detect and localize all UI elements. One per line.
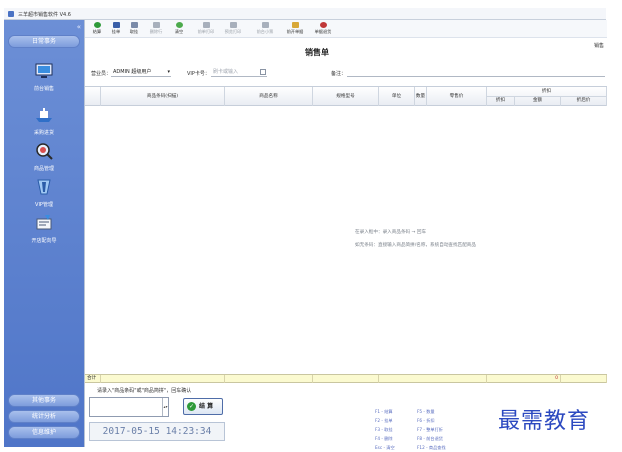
total-amount: 0 [487,375,561,383]
shortcut-list: F1 - 结算 F2 - 挂单 F3 - 取挂 F4 - 删除 Esc - 清空… [375,409,485,452]
preview-print-button[interactable]: 预览打印 [221,22,245,37]
ticket-icon [261,22,269,28]
column-group-header: 折扣 [487,87,607,96]
sidebar-button-daily[interactable]: 日常事务 [8,35,80,48]
sidebar-button-info[interactable]: 信息维护 [8,426,80,439]
save-icon [112,22,120,28]
shortcut-item: F2 - 挂单 [375,418,393,423]
ship-icon [36,108,52,122]
vip-card-input[interactable]: 刷卡或输入 [211,68,267,77]
total-label: 合计 [85,375,101,383]
sidebar-item-label: 前台销售 [33,86,54,92]
column-header[interactable]: 折后价 [561,96,607,106]
sidebar-item-label: 开店配向导 [31,238,57,244]
wizard-icon [36,215,52,230]
open-document-button[interactable]: 前开单据 [283,22,307,37]
empty-grid-tip: 如无条码：直接输入商品简拼/名称，系统自动查找匹配商品 [355,243,476,248]
spin-arrows-icon[interactable]: ▴▾ [162,398,168,416]
return-document-button[interactable]: 单据退货 [311,22,335,37]
row-indicator-header [85,87,101,106]
column-header[interactable]: 数量 [415,87,427,106]
datetime-display: 2017-05-15 14:23:34 [89,422,225,441]
top-right-label: 销售 [593,43,604,49]
collapse-icon[interactable]: « [77,23,81,31]
input-hint: 请录入"商品条码"或"商品简拼"，回车确认 [97,388,192,394]
sidebar-item-vip[interactable]: VIP管理 [10,178,78,212]
vip-card-icon [37,179,51,195]
sidebar-item-label: 商品管理 [33,166,54,172]
shortcut-item: F5 - 数量 [417,409,435,414]
watermark: 最需教育 [498,409,591,434]
column-header[interactable]: 零售价 [427,87,487,106]
column-header[interactable]: 规格型号 [313,87,379,106]
barcode-input[interactable]: ▴▾ [89,397,169,417]
print-icon [202,22,210,28]
toolbar: 结算 挂单 取挂 删除行 清空 前单打印 预览打印 前台小票 前开单据 单据退货 [85,20,607,38]
vip-label: VIP卡号： [187,71,210,77]
shortcut-item: F4 - 删除 [375,436,393,441]
cashier-label: 营业员： [91,71,112,77]
window-title: 三羊超市销售软件 V4.6 [18,12,71,18]
shortcut-item: F12 - 商品查找 [417,445,446,450]
card-reader-icon [260,69,266,75]
shortcut-item: F3 - 取挂 [375,427,393,432]
preview-icon [229,22,237,28]
column-header[interactable]: 金额 [515,96,561,106]
checkout-button[interactable]: ✓ 结 算 [183,398,223,415]
sidebar-item-sales[interactable]: 前台销售 [10,62,78,96]
shortcut-item: F7 - 整单打折 [417,427,443,432]
column-header[interactable]: 商品条码(扫描) [101,87,225,106]
title-bar: 三羊超市销售软件 V4.6 [4,8,606,20]
sidebar-item-purchase[interactable]: 采购进货 [10,106,78,140]
sidebar-item-label: 采购进货 [33,130,54,136]
open-folder-icon [291,22,299,28]
remark-input[interactable] [347,68,605,77]
cashier-select[interactable]: ADMIN 超级用户 ▾ [111,68,171,77]
clear-button[interactable]: 清空 [167,22,191,37]
return-icon [319,22,327,28]
column-header[interactable]: 商品名称 [225,87,313,106]
main-panel: 结算 挂单 取挂 删除行 清空 前单打印 预览打印 前台小票 前开单据 单据退货… [84,20,607,450]
total-row: 合计 0 [85,374,607,383]
column-header[interactable]: 单位 [379,87,415,106]
sidebar: « 日常事务 前台销售 采购进货 商品管理 VIP管理 开店配向导 其他事务 统… [4,20,84,447]
receipt-button[interactable]: 前台小票 [253,22,277,37]
sidebar-button-other[interactable]: 其他事务 [8,394,80,407]
retrieve-order-button[interactable]: 取挂 [122,22,146,37]
sidebar-item-label: VIP管理 [35,202,53,208]
column-header[interactable]: 折扣 [487,96,515,106]
shortcut-item: F1 - 结算 [375,409,393,414]
sidebar-item-wizard[interactable]: 开店配向导 [10,214,78,248]
remark-label: 备注： [331,71,347,77]
sidebar-item-goods[interactable]: 商品管理 [10,142,78,176]
delete-row-icon [152,22,160,28]
sidebar-button-stats[interactable]: 统计分析 [8,410,80,423]
check-icon: ✓ [187,402,196,411]
print-last-button[interactable]: 前单打印 [194,22,218,37]
folder-icon [130,22,138,28]
monitor-icon [35,63,53,78]
empty-grid-tip: 在录入框中：录入商品条码 → 回车 [355,230,427,235]
delete-row-button[interactable]: 删除行 [144,22,168,37]
magnifier-icon [36,143,53,160]
shortcut-item: Esc - 清空 [375,445,395,450]
chevron-down-icon: ▾ [167,69,170,75]
shortcut-item: F8 - 前台退货 [417,436,443,441]
clear-icon [175,22,183,28]
grid-header: 商品条码(扫描) 商品名称 规格型号 单位 数量 零售价 折扣 折扣 金额 折后… [85,86,607,106]
shortcut-item: F6 - 折扣 [417,418,435,423]
check-icon [93,22,101,28]
page-title: 销售单 [305,48,329,57]
app-logo-icon [8,11,14,17]
